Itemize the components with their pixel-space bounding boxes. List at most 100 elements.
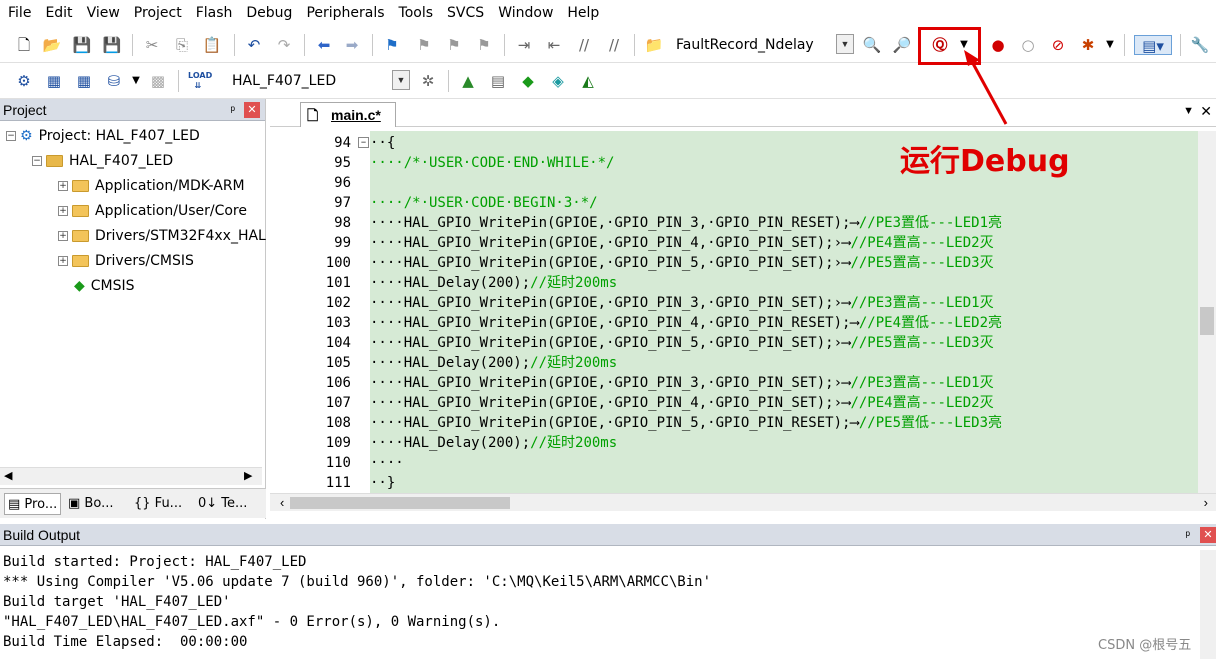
build-vscrollbar[interactable] [1200,550,1216,659]
code-area[interactable]: ··{····/*·USER·CODE·END·WHILE·*/ ····/*·U… [370,131,1198,493]
menu-window[interactable]: Window [498,5,553,21]
menu-view[interactable]: View [87,5,120,21]
batch-build-icon[interactable]: ⛁ [104,71,124,91]
tree-item[interactable]: + Drivers/CMSIS [58,250,194,272]
select-packs-icon[interactable]: ◭ [578,71,598,91]
tab-functions[interactable]: {} Fu... [134,493,182,515]
uncomment-icon[interactable]: // [604,35,624,55]
pin-icon[interactable]: ᵖ [230,99,235,121]
menu-svcs[interactable]: SVCS [447,5,484,21]
tree-item[interactable]: + Application/MDK-ARM [58,175,245,197]
nav-back-icon[interactable]: ⬅ [314,35,334,55]
editor-hscrollbar[interactable]: ‹ › [270,493,1216,511]
fold-icon[interactable]: − [358,137,369,148]
rebuild-icon[interactable]: ▦ [74,71,94,91]
tab-templates[interactable]: 0↓ Te... [198,493,247,515]
pin-icon[interactable]: ᵖ [1185,524,1190,546]
incremental-find-icon[interactable]: 🔎 [892,35,912,55]
find-combo-dropdown-icon[interactable]: ▼ [836,34,854,54]
menu-debug[interactable]: Debug [246,5,292,21]
menu-project[interactable]: Project [134,5,182,21]
menu-file[interactable]: File [8,5,31,21]
rte-icon[interactable]: ◆ [518,71,538,91]
nav-forward-icon[interactable]: ➡ [342,35,362,55]
save-all-icon[interactable]: 💾 [102,35,122,55]
target-combo-dropdown-icon[interactable]: ▼ [392,70,410,90]
menu-edit[interactable]: Edit [45,5,72,21]
code-line: ····/*·USER·CODE·END·WHILE·*/ [370,153,614,173]
hscroll-left-icon[interactable]: ‹ [280,495,284,510]
editor-pane: 🗋 main.c* ▼ ✕ 94 95 96 97 98 99 100 101 102 103 10… [270,99,1216,519]
find-icon[interactable]: 🔍 [862,35,882,55]
clear-bookmarks-icon[interactable]: ⚑ [474,35,494,55]
vscroll-thumb[interactable] [1200,307,1214,335]
line-number: 103 [325,315,351,331]
bookmark-icon[interactable]: ⚑ [382,35,402,55]
hscroll-thumb[interactable] [290,497,510,509]
undo-icon[interactable]: ↶ [244,35,264,55]
expand-icon[interactable]: + [58,206,68,216]
new-file-icon[interactable]: 🗋 [14,35,34,55]
collapse-icon[interactable]: − [6,131,16,141]
code-text: ··{ [370,135,396,151]
tree-item[interactable]: + Drivers/STM32F4xx_HAL [58,225,266,247]
tree-hscrollbar[interactable]: ◀ ▶ [0,467,262,485]
close-icon[interactable]: ✕ [244,102,260,118]
expand-icon[interactable]: + [58,181,68,191]
build-icon[interactable]: ▦ [44,71,64,91]
target-combo[interactable]: HAL_F407_LED [232,70,382,92]
menu-help[interactable]: Help [567,5,599,21]
paste-icon[interactable]: 📋 [202,35,222,55]
tree-item[interactable]: − HAL_F407_LED [32,150,173,172]
copy-icon[interactable]: ⎘ [172,35,192,55]
load-icon[interactable]: LOAD ⇊ [188,71,212,91]
build-output-line: Build Time Elapsed: 00:00:00 [3,634,248,650]
disable-breakpoint-icon[interactable]: ○ [1018,35,1038,55]
unindent-icon[interactable]: ⇤ [544,35,564,55]
tree-item[interactable]: ◆ CMSIS [58,275,135,297]
manage-books-icon[interactable]: ▤ [488,71,508,91]
expand-icon[interactable]: + [58,231,68,241]
close-icon[interactable]: ✕ [1200,527,1216,543]
close-tab-icon[interactable]: ✕ [1200,103,1212,120]
find-combo[interactable]: FaultRecord_Ndelay [676,34,826,56]
target-options-icon[interactable]: ✲ [418,71,438,91]
scroll-right-icon[interactable]: ▶ [244,469,252,482]
collapse-icon[interactable]: − [32,156,42,166]
breakpoints-dropdown-icon[interactable]: ▼ [1100,35,1120,55]
tab-books[interactable]: ▣ Bo... [68,493,113,515]
batch-build-dropdown-icon[interactable]: ▼ [126,71,146,91]
tree-item[interactable]: + Application/User/Core [58,200,247,222]
scroll-left-icon[interactable]: ◀ [4,469,12,482]
next-bookmark-icon[interactable]: ⚑ [444,35,464,55]
manage-project-icon[interactable]: ▲ [458,71,478,91]
pack-installer-icon[interactable]: ◈ [548,71,568,91]
comment-icon[interactable]: // [574,35,594,55]
window-layout-icon[interactable]: ▤▾ [1134,35,1172,55]
folder-icon [72,205,89,217]
expand-icon[interactable]: + [58,256,68,266]
breakpoints-menu-icon[interactable]: ✱ [1078,35,1098,55]
prev-bookmark-icon[interactable]: ⚑ [414,35,434,55]
tab-main-c[interactable]: 🗋 main.c* [300,102,396,127]
tab-project[interactable]: ▤ Pro... [4,493,62,515]
menu-tools[interactable]: Tools [399,5,434,21]
editor-vscrollbar[interactable] [1198,131,1216,493]
tree-item-label: Application/MDK-ARM [95,178,245,194]
kill-breakpoints-icon[interactable]: ⊘ [1048,35,1068,55]
menu-flash[interactable]: Flash [196,5,233,21]
translate-icon[interactable]: ⚙ [14,71,34,91]
redo-icon[interactable]: ↷ [274,35,294,55]
find-in-files-icon[interactable]: 📁 [644,35,664,55]
open-folder-icon[interactable]: 📂 [42,35,62,55]
stop-build-icon[interactable]: ▩ [148,71,168,91]
indent-icon[interactable]: ⇥ [514,35,534,55]
save-icon[interactable]: 💾 [72,35,92,55]
tab-list-dropdown-icon[interactable]: ▼ [1183,105,1194,117]
menu-peripherals[interactable]: Peripherals [306,5,384,21]
configure-icon[interactable]: 🔧 [1190,35,1210,55]
hscroll-right-icon[interactable]: › [1204,495,1208,510]
build-output-title: Build Output ᵖ ✕ [0,524,1216,546]
tree-item[interactable]: − ⚙ Project: HAL_F407_LED [6,125,200,147]
cut-icon[interactable]: ✂ [142,35,162,55]
